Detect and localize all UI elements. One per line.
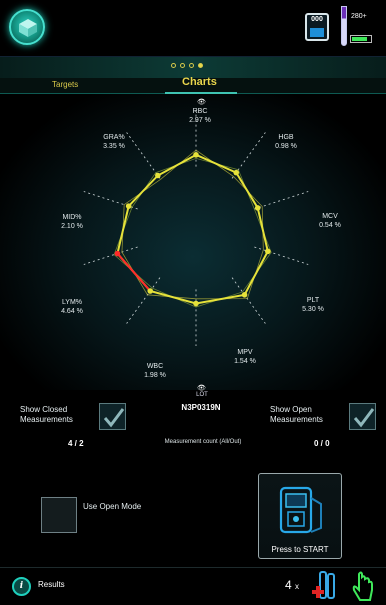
sample-tubes-icon[interactable] (310, 570, 340, 604)
lot-value: N3P0319N (181, 403, 221, 412)
radar-point-mcv (254, 205, 261, 211)
multiplier-suffix: x (295, 582, 300, 591)
radar-point-mid-pct (125, 203, 132, 209)
axis-label-wbc: WBC 1.98 % (144, 363, 166, 379)
radar-chart-area (0, 94, 386, 390)
tab-targets[interactable]: Targets (52, 80, 78, 89)
radar-trace (113, 157, 272, 308)
results-button[interactable]: Results (38, 580, 65, 589)
lot-eye-icon: 👁 (197, 385, 206, 392)
radar-point-lot (193, 300, 199, 307)
page-dot[interactable] (189, 63, 194, 68)
lot-label: LOT (196, 392, 208, 398)
radar-point-hgb (233, 169, 240, 176)
axis-label-mpv: MPV 1.54 % (234, 349, 256, 365)
radar-trace (121, 149, 264, 300)
counter-fill (310, 28, 324, 37)
tab-charts[interactable]: Charts (182, 76, 217, 88)
radar-point-plt (265, 248, 271, 255)
axis-label-hgb: HGB 0.98 % (275, 134, 297, 150)
home-logo-button[interactable] (9, 9, 45, 45)
page-dot[interactable] (180, 63, 185, 68)
open-count: 0 / 0 (314, 439, 330, 448)
eye-icon: 👁 (197, 99, 206, 106)
multiplier-value: 4 (285, 578, 292, 592)
open-mode-checkbox[interactable] (41, 497, 77, 533)
radar-series-line (116, 153, 269, 305)
checkmark-icon (353, 408, 375, 428)
radar-point-lym-pct (114, 250, 121, 257)
measurement-count-caption: Measurement count (All/Out) (164, 439, 242, 445)
axis-label-lym: LYM% 4.64 % (61, 299, 83, 315)
show-open-label: Show Open Measurements (270, 405, 323, 424)
cube-icon (19, 19, 37, 37)
checkmark-icon (103, 408, 125, 428)
closed-count: 4 / 2 (68, 439, 84, 448)
axis-label-gra: GRA% 3.35 % (103, 134, 125, 150)
page-dot[interactable] (171, 63, 176, 68)
radar-point-gra-pct (155, 172, 161, 179)
sample-counter-icon[interactable]: 000 (305, 13, 329, 41)
axis-label-rbc: RBC 2.97 % (189, 108, 211, 124)
radar-spoke (231, 277, 266, 324)
sample-tube-icon (341, 6, 347, 46)
multiplier-text: 4 x (285, 578, 299, 592)
start-button-label: Press to START (271, 545, 329, 554)
radar-spoke (83, 246, 138, 265)
touch-hand-icon[interactable] (350, 570, 376, 604)
show-open-checkbox[interactable] (349, 403, 376, 430)
radar-chart (83, 110, 309, 346)
show-closed-label: Show Closed Measurements (20, 405, 73, 424)
radar-point-rbc (193, 152, 199, 158)
radar-highlight-segment (116, 252, 151, 292)
axis-label-mcv: MCV 0.54 % (319, 213, 341, 229)
radar-point-mpv (241, 292, 248, 298)
radar-point-wbc (147, 288, 154, 294)
info-icon[interactable]: i (12, 577, 31, 596)
page-dot-active[interactable] (198, 63, 203, 68)
analyzer-device-icon (279, 486, 322, 534)
open-mode-label: Use Open Mode (83, 502, 142, 511)
axis-label-mid: MID% 2.10 % (61, 214, 83, 230)
show-closed-checkbox[interactable] (99, 403, 126, 430)
battery-icon (350, 35, 372, 43)
counter-value: 000 (311, 16, 323, 23)
page-indicator (171, 63, 203, 68)
axis-label-plt: PLT 5.30 % (302, 297, 324, 313)
tube-level-text: 280+ (351, 13, 367, 20)
